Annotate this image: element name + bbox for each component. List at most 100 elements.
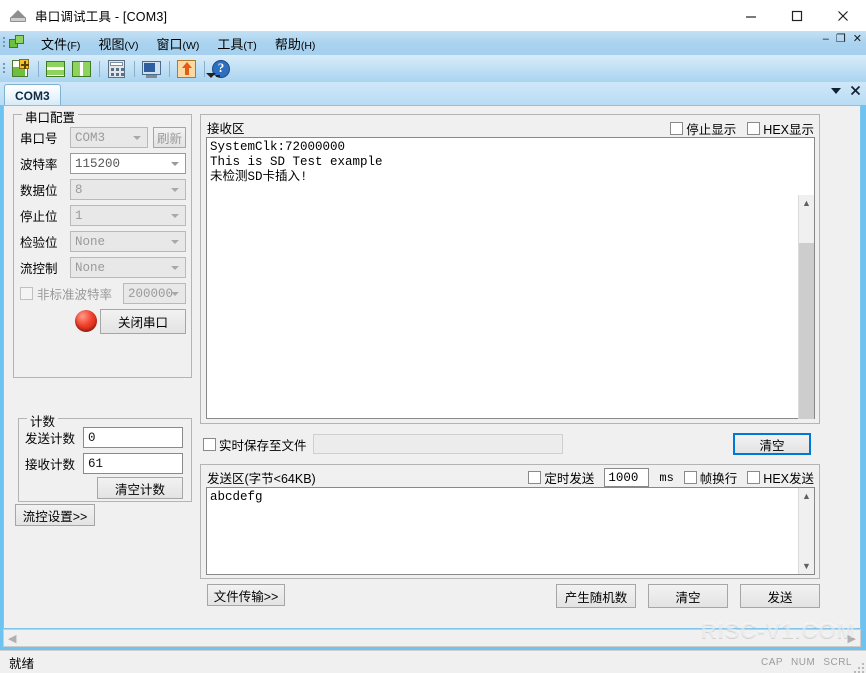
databits-combo[interactable]: 8 bbox=[70, 179, 186, 200]
refresh-ports-button[interactable]: 刷新 bbox=[153, 127, 186, 148]
tab-list-dropdown-icon[interactable] bbox=[831, 88, 841, 94]
receive-options: 停止显示 HEX显示 bbox=[670, 119, 814, 138]
scroll-track[interactable] bbox=[799, 504, 814, 558]
toolbar-overflow-button[interactable] bbox=[206, 58, 220, 78]
serial-tool-icon bbox=[9, 7, 27, 25]
menu-mnemonic: (W) bbox=[182, 40, 199, 52]
minimize-button[interactable] bbox=[728, 0, 774, 31]
menu-item-help[interactable]: 帮助(H) bbox=[266, 32, 325, 55]
new-document-icon[interactable] bbox=[9, 58, 33, 80]
receive-scrollbar[interactable]: ▲ bbox=[798, 195, 814, 419]
indicator-num-lock: NUM bbox=[791, 657, 815, 668]
send-area-frame: 发送区(字节<64KB) 定时发送 1000 ms 帧换行 bbox=[200, 464, 820, 579]
clear-receive-button[interactable]: 清空 bbox=[733, 433, 811, 455]
right-panel: 接收区 停止显示 HEX显示 SystemClk:72000000 This i… bbox=[200, 114, 852, 619]
toolbar-separator bbox=[169, 61, 170, 77]
save-to-file-checkbox-group[interactable]: 实时保存至文件 bbox=[203, 435, 307, 454]
toggle-port-button[interactable]: 关闭串口 bbox=[100, 309, 186, 334]
menu-label: 工具 bbox=[217, 37, 243, 52]
parity-combo[interactable]: None bbox=[70, 231, 186, 252]
send-scrollbar[interactable]: ▲ ▼ bbox=[798, 488, 814, 574]
tab-strip: COM3 bbox=[0, 82, 866, 107]
stopbits-value: 1 bbox=[75, 209, 83, 223]
menu-item-window[interactable]: 窗口(W) bbox=[147, 32, 208, 55]
custom-baud-combo[interactable]: 200000 bbox=[123, 283, 186, 304]
save-to-file-checkbox[interactable] bbox=[203, 438, 216, 451]
scroll-up-icon[interactable]: ▲ bbox=[799, 488, 814, 504]
recv-count-field[interactable]: 61 bbox=[83, 453, 183, 474]
refresh-label: 刷新 bbox=[157, 128, 182, 147]
calculator-icon[interactable] bbox=[105, 58, 129, 80]
menu-grip[interactable] bbox=[0, 31, 8, 55]
upload-icon[interactable] bbox=[175, 58, 199, 80]
menu-mnemonic: (H) bbox=[301, 40, 316, 52]
mdi-close-button[interactable]: ✕ bbox=[853, 34, 862, 45]
random-data-button[interactable]: 产生随机数 bbox=[556, 584, 636, 608]
menu-item-view[interactable]: 视图(V) bbox=[89, 32, 147, 55]
send-interval-input[interactable]: 1000 bbox=[604, 468, 649, 487]
flowcontrol-combo[interactable]: None bbox=[70, 257, 186, 278]
menu-mnemonic: (F) bbox=[67, 40, 80, 52]
clear-counters-label: 清空计数 bbox=[115, 479, 165, 498]
chevron-down-icon bbox=[171, 188, 179, 192]
tab-close-icon[interactable] bbox=[850, 85, 861, 96]
send-textarea[interactable]: abcdefg bbox=[206, 487, 815, 575]
custom-baud-checkbox[interactable] bbox=[20, 287, 33, 300]
port-label: 串口号 bbox=[20, 128, 58, 147]
toolbar-separator bbox=[99, 61, 100, 77]
hex-display-checkbox[interactable] bbox=[747, 122, 760, 135]
hex-display-checkbox-group[interactable]: HEX显示 bbox=[747, 119, 814, 138]
clear-send-button[interactable]: 清空 bbox=[648, 584, 728, 608]
serial-config-title: 串口配置 bbox=[22, 107, 78, 126]
save-file-path-input[interactable] bbox=[313, 434, 563, 454]
toggle-port-label: 关闭串口 bbox=[118, 312, 168, 331]
maximize-button[interactable] bbox=[774, 0, 820, 31]
frame-newline-checkbox-group[interactable]: 帧换行 bbox=[684, 468, 738, 487]
baudrate-combo[interactable]: 115200 bbox=[70, 153, 186, 174]
hex-send-checkbox[interactable] bbox=[747, 471, 760, 484]
scroll-track[interactable] bbox=[799, 211, 814, 243]
stopbits-combo[interactable]: 1 bbox=[70, 205, 186, 226]
send-button[interactable]: 发送 bbox=[740, 584, 820, 608]
timed-send-checkbox-group[interactable]: 定时发送 bbox=[528, 468, 594, 487]
timed-send-checkbox[interactable] bbox=[528, 471, 541, 484]
clear-receive-label: 清空 bbox=[759, 435, 784, 454]
scroll-left-icon[interactable]: ◀ bbox=[4, 632, 20, 645]
frame-newline-checkbox[interactable] bbox=[684, 471, 697, 484]
recv-count-value: 61 bbox=[88, 457, 103, 471]
tile-vertical-icon[interactable] bbox=[70, 58, 94, 80]
menu-item-tools[interactable]: 工具(T) bbox=[208, 32, 265, 55]
mdi-horizontal-scrollbar[interactable]: ◀ ▶ bbox=[3, 629, 861, 647]
tab-com3[interactable]: COM3 bbox=[4, 84, 61, 106]
mdi-window-controls: – ❐ ✕ bbox=[823, 34, 862, 45]
tile-horizontal-icon[interactable] bbox=[44, 58, 68, 80]
mdi-restore-button[interactable]: ❐ bbox=[836, 34, 846, 45]
stop-display-checkbox[interactable] bbox=[670, 122, 683, 135]
scroll-down-icon[interactable]: ▼ bbox=[799, 558, 814, 574]
file-transfer-button[interactable]: 文件传输>> bbox=[207, 584, 285, 606]
send-interval-value: 1000 bbox=[608, 471, 638, 485]
application-window: 串口调试工具 - [COM3] 文件(F) 视图(V) 窗口(W) bbox=[0, 0, 866, 673]
scroll-up-icon[interactable]: ▲ bbox=[799, 195, 814, 211]
menu-item-file[interactable]: 文件(F) bbox=[32, 32, 89, 55]
send-count-field[interactable]: 0 bbox=[83, 427, 183, 448]
monitor-icon[interactable] bbox=[140, 58, 164, 80]
flow-settings-label: 流控设置>> bbox=[23, 506, 88, 525]
window-controls bbox=[728, 0, 866, 31]
close-button[interactable] bbox=[820, 0, 866, 31]
clear-counters-button[interactable]: 清空计数 bbox=[97, 477, 183, 499]
flow-settings-button[interactable]: 流控设置>> bbox=[15, 504, 95, 526]
hex-send-checkbox-group[interactable]: HEX发送 bbox=[747, 468, 814, 487]
file-transfer-label: 文件传输>> bbox=[214, 586, 279, 605]
resize-grip[interactable] bbox=[852, 661, 864, 673]
receive-textarea[interactable]: SystemClk:72000000 This is SD Test examp… bbox=[206, 137, 815, 419]
receive-area-frame: 接收区 停止显示 HEX显示 SystemClk:72000000 This i… bbox=[200, 114, 820, 424]
chevron-down-icon bbox=[171, 162, 179, 166]
stop-display-checkbox-group[interactable]: 停止显示 bbox=[670, 119, 736, 138]
mdi-minimize-button[interactable]: – bbox=[823, 34, 829, 45]
scroll-right-icon[interactable]: ▶ bbox=[844, 632, 860, 645]
scroll-thumb[interactable] bbox=[799, 243, 814, 419]
toolbar-grip[interactable] bbox=[0, 57, 8, 81]
hex-send-label: HEX发送 bbox=[763, 468, 814, 487]
port-combo[interactable]: COM3 bbox=[70, 127, 148, 148]
